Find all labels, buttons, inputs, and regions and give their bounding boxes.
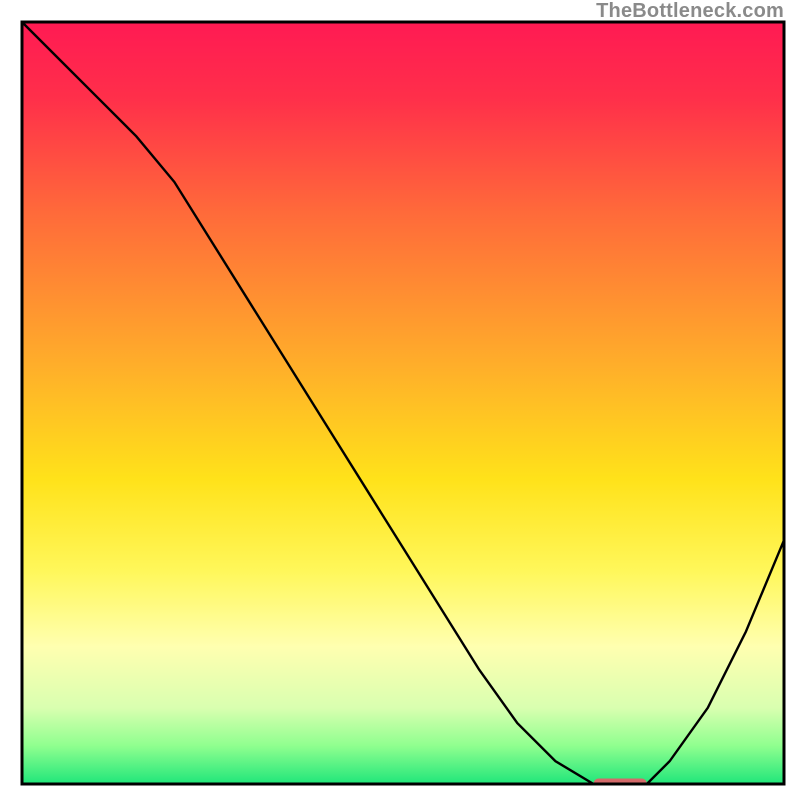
chart-container: TheBottleneck.com xyxy=(0,0,800,800)
watermark-text: TheBottleneck.com xyxy=(596,0,784,23)
bottleneck-chart xyxy=(0,0,800,800)
